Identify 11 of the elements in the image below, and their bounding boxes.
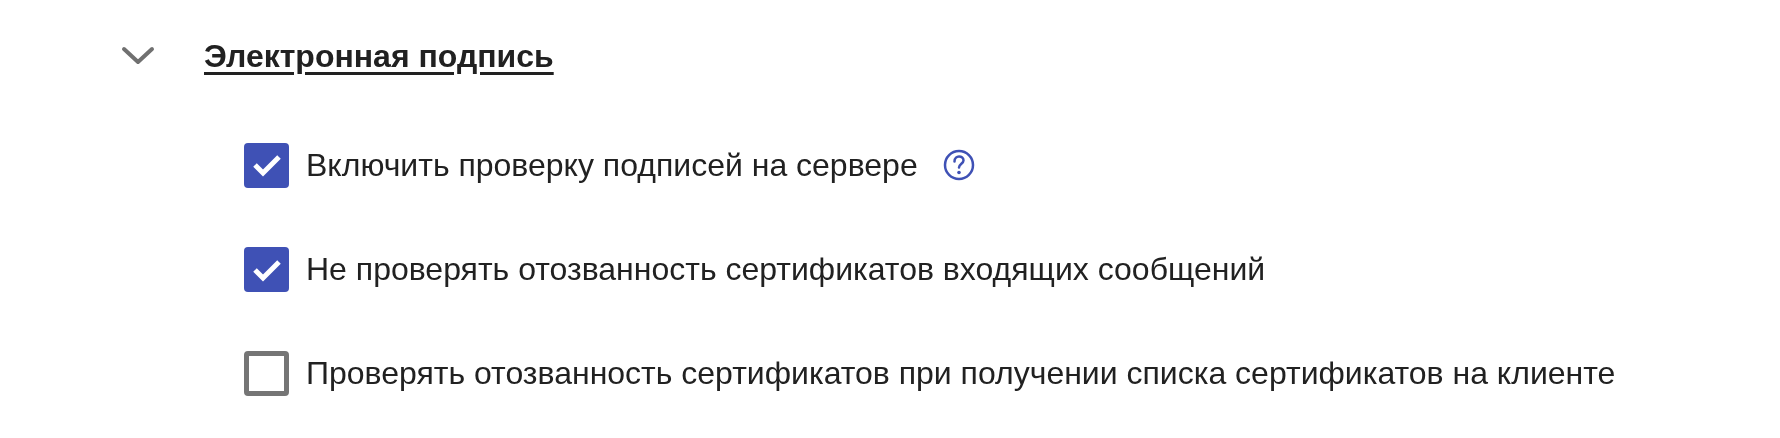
checkbox[interactable] [244,142,289,188]
section-title[interactable]: Электронная подпись [204,37,554,75]
help-icon[interactable] [942,149,975,181]
option-label: Проверять отозванность сертификатов при получении списка сертификатов на клиенте [306,354,1616,392]
chevron-icon[interactable] [121,45,155,67]
check-icon [251,153,282,177]
checkbox[interactable] [244,350,289,396]
checkbox[interactable] [244,247,289,292]
option-label: Не проверять отозванность сертификатов входящих сообщений [306,251,1266,288]
option-label: Включить проверку подписей на сервере [306,146,918,184]
check-icon [251,257,282,282]
